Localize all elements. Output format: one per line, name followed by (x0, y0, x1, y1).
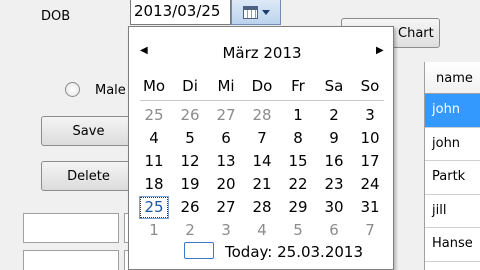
calendar-day[interactable]: 4 (136, 127, 172, 150)
calendar-day[interactable]: 7 (244, 127, 280, 150)
calendar-day[interactable]: 3 (208, 219, 244, 242)
today-marker-icon (184, 242, 214, 259)
calendar-day[interactable]: 31 (352, 196, 388, 219)
weekday-label: Sa (324, 77, 344, 95)
calendar-day[interactable]: 30 (316, 196, 352, 219)
calendar-day[interactable]: 14 (244, 150, 280, 173)
dob-date-input[interactable]: 2013/03/25 (130, 0, 231, 25)
table-row[interactable]: john (425, 128, 480, 161)
data-grid[interactable]: name john john Partk jill Hanse (424, 62, 480, 270)
calendar-day[interactable]: 6 (316, 219, 352, 242)
calendar-month-title[interactable]: März 2013 (129, 44, 395, 62)
calendar-day[interactable]: 12 (172, 150, 208, 173)
chevron-down-icon (261, 9, 270, 15)
column-header-name[interactable]: name (425, 62, 480, 94)
calendar-day[interactable]: 27 (208, 104, 244, 127)
today-link[interactable]: Today: 25.03.2013 (225, 243, 363, 261)
table-row[interactable]: john (425, 94, 480, 128)
text-field[interactable] (23, 213, 119, 243)
previous-month-icon[interactable]: ◀ (140, 45, 148, 56)
delete-button[interactable]: Delete (41, 161, 136, 191)
calendar-day-selected[interactable]: 25 (139, 196, 169, 219)
calendar-dropdown-button[interactable] (231, 0, 281, 25)
calendar-popup: März 2013 ◀ ▶ Mo Di Mi Do Fr Sa So 25 26 27 28 1 2 3… (128, 26, 394, 270)
calendar-day[interactable]: 26 (172, 196, 208, 219)
calendar-day[interactable]: 13 (208, 150, 244, 173)
calendar-day[interactable]: 6 (208, 127, 244, 150)
calendar-day[interactable]: 29 (280, 196, 316, 219)
next-month-icon[interactable]: ▶ (376, 45, 384, 56)
dob-label: DOB (41, 9, 71, 24)
calendar-day[interactable]: 24 (352, 173, 388, 196)
calendar-day[interactable]: 28 (244, 196, 280, 219)
weekday-label: So (360, 77, 380, 95)
calendar-day[interactable]: 7 (352, 219, 388, 242)
calendar-day[interactable]: 1 (280, 104, 316, 127)
calendar-day[interactable]: 2 (316, 104, 352, 127)
calendar-day[interactable]: 5 (172, 127, 208, 150)
calendar-day[interactable]: 9 (316, 127, 352, 150)
calendar-day[interactable]: 5 (280, 219, 316, 242)
table-row[interactable]: Hanse (425, 228, 480, 262)
weekday-label: Mi (217, 77, 235, 95)
save-button[interactable]: Save (41, 116, 136, 146)
calendar-day[interactable]: 20 (208, 173, 244, 196)
calendar-day[interactable]: 17 (352, 150, 388, 173)
calendar-day[interactable]: 23 (316, 173, 352, 196)
male-label: Male (95, 83, 126, 98)
calendar-weekday-header: Mo Di Mi Do Fr Sa So (136, 77, 388, 95)
text-field[interactable] (23, 250, 119, 270)
calendar-day[interactable]: 26 (172, 104, 208, 127)
calendar-day[interactable]: 25 (136, 104, 172, 127)
calendar-day[interactable]: 27 (208, 196, 244, 219)
calendar-day[interactable]: 4 (244, 219, 280, 242)
calendar-icon (242, 5, 258, 19)
calendar-day[interactable]: 2 (172, 219, 208, 242)
male-radio[interactable] (65, 82, 80, 97)
calendar-day[interactable]: 3 (352, 104, 388, 127)
calendar-day[interactable]: 18 (136, 173, 172, 196)
calendar-day[interactable]: 8 (280, 127, 316, 150)
calendar-day[interactable]: 19 (172, 173, 208, 196)
weekday-label: Do (251, 77, 273, 95)
calendar-day[interactable]: 1 (136, 219, 172, 242)
weekday-label: Fr (291, 77, 305, 95)
calendar-day[interactable]: 22 (280, 173, 316, 196)
weekday-label: Mo (142, 77, 166, 95)
weekday-label: Di (182, 77, 198, 95)
table-row[interactable]: jill (425, 195, 480, 228)
calendar-divider (140, 100, 384, 101)
calendar-day[interactable]: 28 (244, 104, 280, 127)
table-row[interactable]: Partk (425, 161, 480, 195)
calendar-day[interactable]: 21 (244, 173, 280, 196)
calendar-day[interactable]: 16 (316, 150, 352, 173)
calendar-day[interactable]: 11 (136, 150, 172, 173)
calendar-day[interactable]: 15 (280, 150, 316, 173)
calendar-days-grid: 25 26 27 28 1 2 3 4 5 6 7 8 9 10 11 12 13 14 15 16 17 18 19 20 2… (136, 104, 388, 242)
calendar-day[interactable]: 10 (352, 127, 388, 150)
